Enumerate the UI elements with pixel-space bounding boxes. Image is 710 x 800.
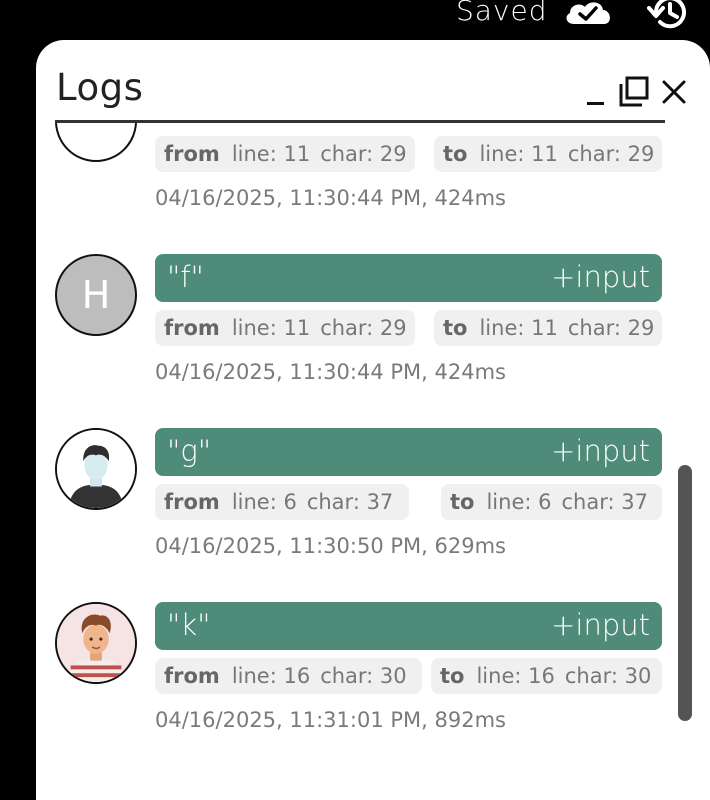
log-entry: "k" +input from line: 16 char: 30 to line: …	[36, 555, 710, 732]
change-text: "k"	[167, 608, 211, 642]
from-label: from	[164, 490, 220, 514]
position-row: from line: 11 char: 29 to line: 11 char: 29	[155, 310, 662, 346]
from-char: char: 29	[320, 316, 407, 340]
logs-panel: Logs from line: 11 char: 29 to line: 11 char…	[36, 40, 710, 800]
to-label: to	[443, 142, 468, 166]
log-list: from line: 11 char: 29 to line: 11 char: 29 …	[36, 123, 710, 732]
to-label: to	[443, 316, 468, 340]
avatar	[55, 428, 137, 510]
to-char: char: 29	[567, 316, 655, 340]
from-char: char: 29	[320, 142, 407, 166]
from-char: char: 37	[306, 490, 394, 514]
boy-avatar-icon	[57, 604, 135, 682]
to-label: to	[450, 490, 475, 514]
from-label: from	[164, 316, 220, 340]
change-bar[interactable]: "g" +input	[155, 428, 662, 476]
from-chip: from line: 16 char: 30	[155, 658, 422, 694]
man-avatar-icon	[57, 430, 135, 508]
log-scroll-area[interactable]: from line: 11 char: 29 to line: 11 char: 29 …	[36, 123, 710, 800]
log-entry: H "f" +input from line: 11 char: 29 to line…	[36, 207, 710, 384]
panel-title: Logs	[56, 66, 144, 109]
position-row: from line: 6 char: 37 to line: 6 char: 37	[155, 484, 662, 520]
to-chip: to line: 11 char: 29	[434, 310, 662, 346]
from-label: from	[164, 664, 220, 688]
from-line: line: 6	[231, 490, 297, 514]
change-bar[interactable]: "f" +input	[155, 254, 662, 302]
to-label: to	[440, 664, 465, 688]
to-char: char: 30	[564, 664, 652, 688]
to-line: line: 6	[486, 490, 552, 514]
avatar	[55, 123, 137, 162]
log-entry: "g" +input from line: 6 char: 37 to line: 6…	[36, 381, 710, 558]
change-operation: +input	[551, 260, 650, 294]
from-char: char: 30	[320, 664, 407, 688]
from-label: from	[164, 142, 220, 166]
minimize-icon[interactable]	[586, 80, 606, 106]
from-chip: from line: 11 char: 29	[155, 310, 415, 346]
change-text: "f"	[167, 260, 204, 294]
saved-status-label: Saved	[456, 0, 548, 27]
to-line: line: 11	[479, 316, 558, 340]
from-line: line: 11	[231, 142, 311, 166]
position-row: from line: 16 char: 30 to line: 16 char: 30	[155, 658, 662, 694]
position-row: from line: 11 char: 29 to line: 11 char: 29	[155, 136, 662, 172]
change-operation: +input	[551, 434, 650, 468]
from-chip: from line: 11 char: 29	[155, 136, 415, 172]
to-chip: to line: 11 char: 29	[434, 136, 662, 172]
to-chip: to line: 16 char: 30	[431, 658, 662, 694]
avatar: H	[55, 254, 137, 336]
close-icon[interactable]	[660, 78, 688, 106]
from-line: line: 16	[231, 664, 311, 688]
log-timestamp: 04/16/2025, 11:31:01 PM, 892ms	[155, 708, 506, 732]
log-entry: from line: 11 char: 29 to line: 11 char: 29 …	[36, 123, 710, 210]
change-text: "g"	[167, 434, 212, 468]
to-line: line: 16	[476, 664, 555, 688]
change-operation: +input	[551, 608, 650, 642]
change-bar[interactable]: "k" +input	[155, 602, 662, 650]
scrollbar-thumb[interactable]	[678, 465, 692, 721]
from-chip: from line: 6 char: 37	[155, 484, 409, 520]
cloud-check-icon[interactable]	[562, 0, 614, 26]
history-icon[interactable]	[646, 0, 690, 30]
to-chip: to line: 6 char: 37	[441, 484, 662, 520]
to-line: line: 11	[479, 142, 558, 166]
avatar	[55, 602, 137, 684]
from-line: line: 11	[231, 316, 311, 340]
maximize-icon[interactable]	[618, 76, 650, 108]
to-char: char: 37	[561, 490, 648, 514]
to-char: char: 29	[567, 142, 655, 166]
